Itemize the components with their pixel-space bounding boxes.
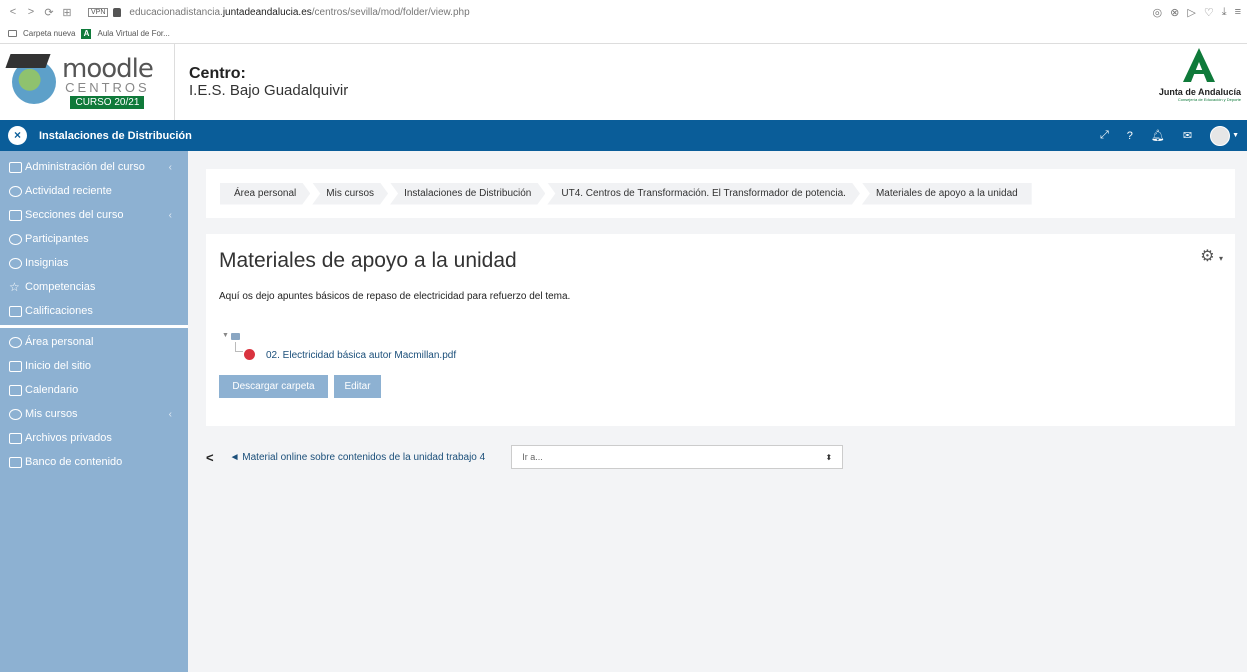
junta-logo[interactable]: Junta de Andalucía Consejería de Educaci…	[1151, 48, 1241, 102]
badge-icon	[9, 257, 22, 269]
folder-icon	[9, 456, 22, 468]
forward-icon[interactable]: >	[24, 6, 38, 18]
chevron-left-icon: ‹	[168, 408, 172, 420]
page-title: Materiales de apoyo a la unidad	[219, 249, 517, 272]
course-title[interactable]: Instalaciones de Distribución	[39, 130, 192, 142]
star-icon: ☆	[9, 279, 20, 294]
url-text[interactable]: educacionadistancia.juntadeandalucia.es/…	[129, 7, 469, 18]
logo-centros-text: CENTROS	[65, 79, 150, 95]
sidebar-item-banco[interactable]: Banco de contenido	[0, 450, 188, 474]
users-icon	[9, 233, 22, 245]
sidebar-item-inicio[interactable]: Inicio del sitio	[0, 354, 188, 378]
sidebar-item-mis-cursos[interactable]: Mis cursos ‹	[0, 402, 188, 426]
fullscreen-icon[interactable]: ⤢	[1100, 129, 1109, 142]
select-arrows-icon: ⬍	[825, 452, 833, 462]
menu-icon[interactable]: ≡	[1235, 6, 1241, 19]
vpn-badge[interactable]: VPN	[88, 7, 109, 17]
site-header: moodle CENTROS CURSO 20/21 Centro: I.E.S…	[0, 44, 1247, 120]
chevron-left-icon[interactable]: <	[206, 450, 214, 465]
bell-icon[interactable]: 🔔︎	[1151, 129, 1165, 142]
download-folder-button[interactable]: Descargar carpeta	[219, 375, 328, 398]
bookmark-aula-virtual[interactable]: Aula Virtual de For...	[97, 29, 169, 38]
moodle-centros-logo[interactable]: moodle CENTROS CURSO 20/21	[0, 44, 175, 120]
grades-table-icon	[9, 305, 22, 317]
sidebar-item-calificaciones[interactable]: Calificaciones	[0, 299, 188, 323]
sidebar-item-secciones[interactable]: Secciones del curso ‹	[0, 203, 188, 227]
junta-a-icon	[1183, 48, 1215, 82]
back-icon[interactable]: <	[6, 6, 20, 18]
browser-url-bar: < > ⟳ ⊞ VPN educacionadistancia.juntadea…	[0, 0, 1247, 24]
folder-icon	[231, 333, 240, 340]
sidebar-item-participantes[interactable]: Participantes	[0, 227, 188, 251]
play-icon[interactable]: ▷	[1187, 6, 1195, 19]
sidebar-item-competencias[interactable]: ☆ Competencias	[0, 275, 188, 299]
junta-sub: Consejería de Educación y Deporte	[1177, 97, 1241, 102]
main-content: Área personal Mis cursos Instalaciones d…	[188, 151, 1247, 672]
tree-connector	[235, 342, 243, 352]
logo-curso-badge: CURSO 20/21	[70, 95, 145, 109]
sidebar-item-archivos[interactable]: Archivos privados	[0, 426, 188, 450]
home-icon	[9, 360, 22, 372]
aula-virtual-icon: A	[81, 28, 92, 39]
sidebar-item-actividad[interactable]: Actividad reciente	[0, 179, 188, 203]
chevron-left-icon: ‹	[168, 209, 172, 221]
heart-icon[interactable]: ♡	[1204, 6, 1214, 19]
camera-icon[interactable]: ◎	[1153, 6, 1163, 19]
sidebar-item-administracion[interactable]: Administración del curso ‹	[0, 155, 188, 179]
gears-icon	[9, 161, 22, 173]
pdf-icon[interactable]	[244, 349, 255, 360]
chevron-left-icon: ‹	[168, 161, 172, 173]
breadcrumb-item-course[interactable]: Instalaciones de Distribución	[390, 183, 545, 205]
graduation-cap-icon	[9, 408, 22, 420]
breadcrumb-item-current[interactable]: Materiales de apoyo a la unidad	[861, 182, 1032, 205]
sidebar-item-area-personal[interactable]: Área personal	[0, 330, 188, 354]
sidebar-item-calendario[interactable]: Calendario	[0, 378, 188, 402]
tree-toggle-icon[interactable]: ▼	[222, 332, 229, 339]
globe-graduation-cap-icon	[5, 54, 56, 104]
folder-icon	[8, 30, 17, 37]
dashboard-icon	[9, 336, 22, 348]
folder-intro: Aquí os dejo apuntes básicos de repaso d…	[219, 291, 571, 302]
edit-button[interactable]: Editar	[334, 375, 381, 398]
chevron-down-icon[interactable]: ▼	[1232, 132, 1239, 139]
centro-name: I.E.S. Bajo Guadalquivir	[189, 82, 349, 99]
close-drawer-icon[interactable]: ×	[8, 126, 27, 145]
pdf-file-link[interactable]: 02. Electricidad básica autor Macmillan.…	[266, 350, 456, 361]
sidebar-divider	[0, 325, 188, 328]
sidebar-item-insignias[interactable]: Insignias	[0, 251, 188, 275]
download-icon[interactable]: ⤓	[1222, 6, 1227, 19]
centro-label: Centro:	[189, 65, 246, 82]
folder-card: Materiales de apoyo a la unidad ⚙ ▾ Aquí…	[206, 234, 1235, 426]
breadcrumb-item-area-personal[interactable]: Área personal	[220, 183, 310, 205]
course-topbar: × Instalaciones de Distribución ⤢ ? 🔔︎ ✉…	[0, 120, 1247, 151]
breadcrumb: Área personal Mis cursos Instalaciones d…	[206, 169, 1235, 218]
jump-to-select[interactable]: Ir a... ⬍	[511, 445, 844, 469]
prev-activity-link[interactable]: ◄ Material online sobre contenidos de la…	[230, 452, 486, 463]
lock-icon[interactable]	[113, 7, 122, 17]
activity-navigation: < ◄ Material online sobre contenidos de …	[206, 445, 844, 469]
logo-moodle-text: moodle	[62, 53, 154, 84]
bookmark-carpeta-nueva[interactable]: Carpeta nueva	[23, 29, 75, 38]
avatar[interactable]	[1210, 125, 1231, 146]
junta-name: Junta de Andalucía	[1158, 87, 1241, 97]
gear-icon[interactable]: ⚙ ▾	[1200, 246, 1223, 266]
breadcrumb-item-unit[interactable]: UT4. Centros de Transformación. El Trans…	[547, 183, 860, 205]
sidebar: Administración del curso ‹ Actividad reci…	[0, 151, 188, 672]
help-icon[interactable]: ?	[1127, 130, 1133, 142]
calendar-icon	[9, 384, 22, 396]
envelope-icon[interactable]: ✉	[1183, 129, 1192, 142]
breadcrumb-item-mis-cursos[interactable]: Mis cursos	[312, 183, 388, 205]
tabs-grid-icon[interactable]: ⊞	[60, 6, 74, 19]
files-icon	[9, 432, 22, 444]
reload-icon[interactable]: ⟳	[42, 6, 56, 19]
clock-icon	[9, 185, 22, 197]
centro-info: Centro: I.E.S. Bajo Guadalquivir	[175, 65, 348, 99]
folder-icon	[9, 209, 22, 221]
bookmarks-bar: Carpeta nueva A Aula Virtual de For...	[0, 24, 1247, 44]
block-icon[interactable]: ⊗	[1170, 6, 1179, 19]
